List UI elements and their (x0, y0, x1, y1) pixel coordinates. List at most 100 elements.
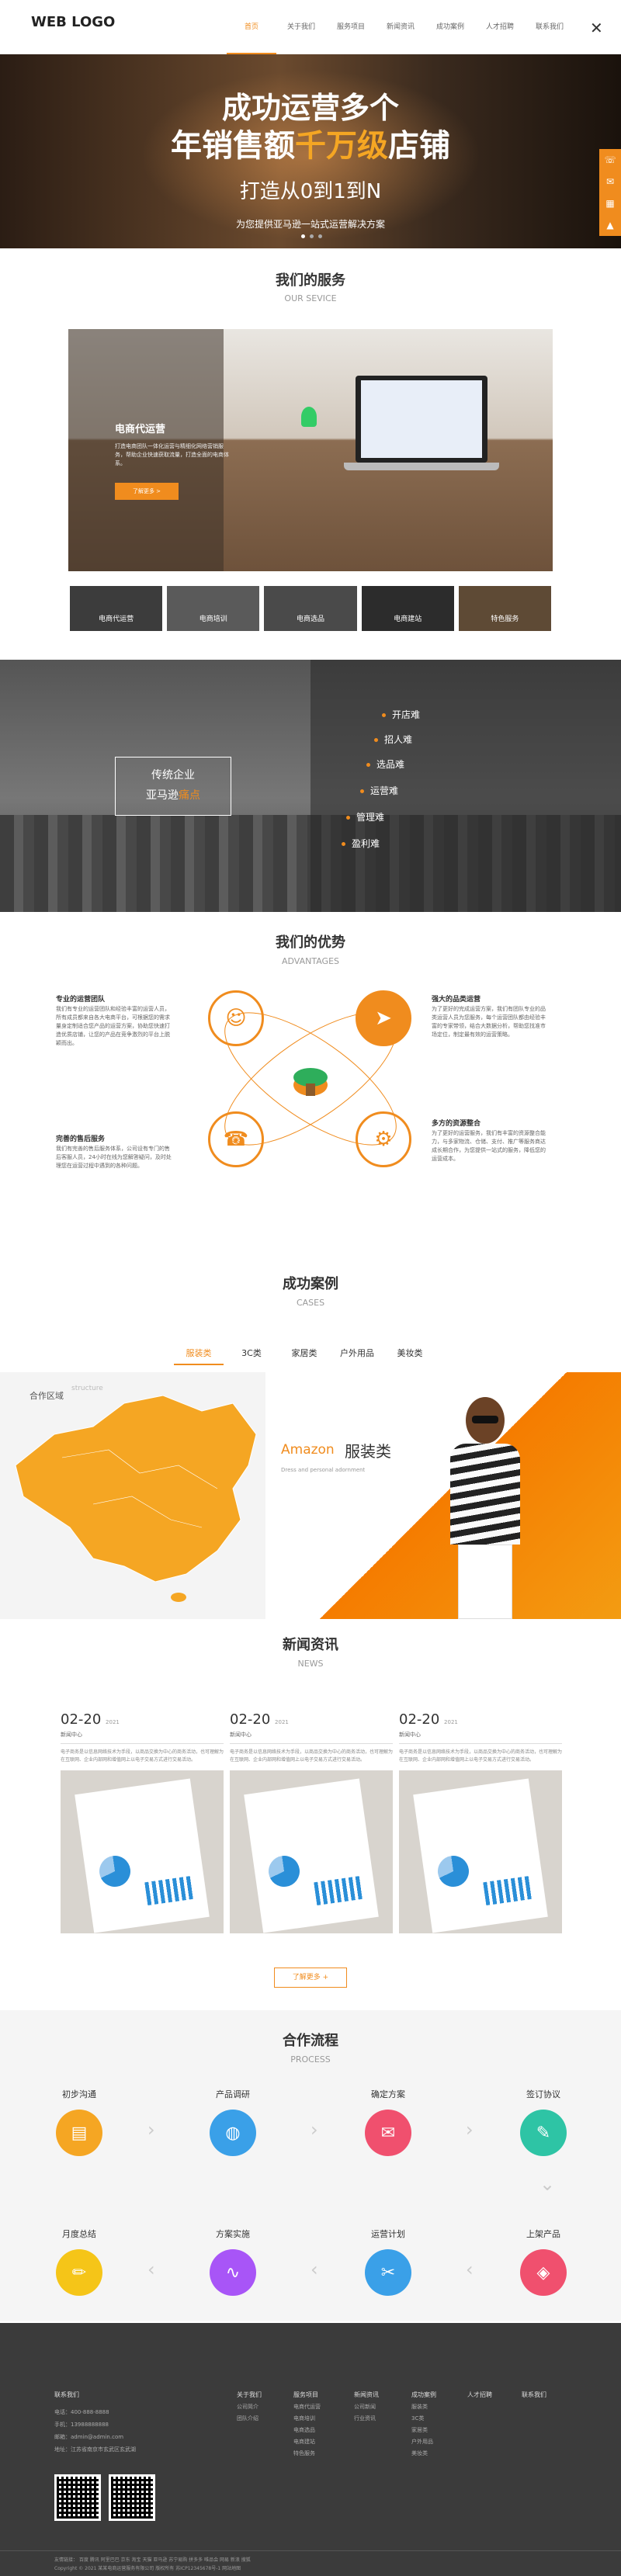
chat-icon[interactable]: ✉ (606, 176, 614, 187)
tab-outdoor[interactable]: 户外用品 (332, 1347, 382, 1365)
pain-item: 盈利难 (342, 837, 435, 850)
news-year: 2021 (275, 1719, 289, 1725)
cases-title: 成功案例 (283, 1276, 338, 1292)
process-step: 月度总结 ✏ (40, 2228, 118, 2296)
nav-jobs[interactable]: 人才招聘 (475, 0, 525, 54)
qr-code (54, 2474, 101, 2521)
footer-link[interactable]: 电商建站 (293, 2438, 321, 2446)
process-step-label: 产品调研 (216, 2089, 250, 2099)
service-more-button[interactable]: 了解更多 > (115, 483, 179, 500)
news-card[interactable]: 02-20 2021 新闻中心 电子商务是以信息网络技术为手段，以商品交换为中心… (61, 1711, 224, 1933)
carousel-dot[interactable] (310, 234, 314, 238)
footer-col-about: 关于我们 公司简介 团队介绍 (237, 2391, 262, 2422)
advantage-title: 完善的售后服务 (56, 1135, 106, 1143)
footer-link[interactable]: 电商代运营 (293, 2403, 321, 2411)
nav-home[interactable]: 首页 (227, 0, 276, 54)
advantage-text: 我们有完善的售后服务体系，公司设有专门的售后客服人员，24小时在线为您解答疑问，… (56, 1146, 172, 1169)
footer-address: 地址：江苏省南京市玄武区玄武湖 (54, 2446, 136, 2453)
advantage-title: 多方的资源整合 (432, 1120, 481, 1128)
arrow-right-icon: › (466, 2119, 474, 2141)
footer-link[interactable]: 家居类 (411, 2426, 436, 2434)
news-date: 02-20 (61, 1711, 102, 1728)
footer-contact-info: 电话：400-888-8888 手机：13988888888 邮箱：admin@… (54, 2406, 136, 2456)
service-card-title: 电商代运营 (115, 424, 166, 435)
footer-email: 邮箱：admin@admin.com (54, 2434, 124, 2440)
news-excerpt: 电子商务是以信息网络技术为手段，以商品交换为中心的商务活动，也可理解为在互联网、… (61, 1749, 224, 1763)
news-category: 新闻中心 (230, 1732, 252, 1738)
paper-plane-icon: ➤ (356, 990, 411, 1046)
process-step-label: 初步沟通 (62, 2089, 96, 2099)
advantage-title: 强大的品类运营 (432, 996, 481, 1004)
pain-points-overlay (310, 660, 621, 912)
service-thumb[interactable]: 电商代运营 (70, 586, 163, 631)
qrcode-icon[interactable]: ▦ (605, 198, 614, 209)
service-thumb[interactable]: 特色服务 (458, 586, 552, 631)
pain-item: 选品难 (366, 758, 460, 771)
pain-item: 管理难 (346, 810, 439, 823)
news-category: 新闻中心 (61, 1732, 82, 1738)
carousel-dots (301, 234, 322, 238)
footer-link[interactable]: 服装类 (411, 2403, 436, 2411)
process-step-label: 上架产品 (526, 2229, 560, 2239)
nav-news[interactable]: 新闻资讯 (376, 0, 425, 54)
news-card[interactable]: 02-20 2021 新闻中心 电子商务是以信息网络技术为手段，以商品交换为中心… (399, 1711, 562, 1933)
case-tabs: 服装类 3C类 家居类 户外用品 美妆类 (174, 1347, 435, 1365)
service-thumb[interactable]: 电商培训 (167, 586, 260, 631)
footer-link[interactable]: 户外用品 (411, 2438, 436, 2446)
nav-contact[interactable]: 联系我们 (525, 0, 574, 54)
arrow-right-icon: › (310, 2119, 318, 2141)
advantages-subtitle: ADVANTAGES (281, 956, 340, 966)
footer-link[interactable]: 行业资讯 (354, 2415, 379, 2422)
tab-beauty[interactable]: 美妆类 (385, 1347, 435, 1365)
footer-link[interactable]: 3C类 (411, 2415, 436, 2422)
process-step: 运营计划 ✂ (349, 2228, 427, 2296)
service-thumb[interactable]: 电商建站 (361, 586, 454, 631)
banner-slogan: 打造从0到1到N (239, 180, 382, 203)
footer-contact-title: 联系我们 (54, 2391, 79, 2398)
tab-3c[interactable]: 3C类 (227, 1347, 276, 1365)
back-to-top-icon[interactable]: ▲ (606, 220, 613, 231)
news-card[interactable]: 02-20 2021 新闻中心 电子商务是以信息网络技术为手段，以商品交换为中心… (230, 1711, 393, 1933)
footer-link[interactable]: 公司简介 (237, 2403, 262, 2411)
footer-link[interactable]: 特色服务 (293, 2449, 321, 2457)
process-step: 签订协议 ✎ (505, 2088, 582, 2156)
process-step: 确定方案 ✉ (349, 2088, 427, 2156)
pain-item: 招人难 (374, 733, 467, 746)
friend-links[interactable]: 友情链接： 百度 腾讯 阿里巴巴 京东 淘宝 天猫 亚马逊 苏宁易购 拼多多 唯… (54, 2556, 567, 2564)
pain-item: 运营难 (360, 784, 453, 797)
footer-col-news: 新闻资讯 公司新闻 行业资讯 (354, 2391, 379, 2422)
chat-bubble-icon: ▤ (56, 2110, 102, 2156)
arrow-left-icon: ‹ (310, 2259, 318, 2280)
nav-services[interactable]: 服务项目 (326, 0, 376, 54)
footer-phone: 电话：400-888-8888 (54, 2409, 109, 2415)
arrow-left-icon: ‹ (147, 2259, 155, 2280)
services-title: 我们的服务 (276, 272, 345, 289)
side-toolbar: ☏ ✉ ▦ ▲ (599, 149, 621, 236)
nav-about[interactable]: 关于我们 (276, 0, 326, 54)
pen-icon: ✏ (56, 2249, 102, 2296)
tab-apparel[interactable]: 服装类 (174, 1347, 224, 1365)
process-step: 上架产品 ◈ (505, 2228, 582, 2296)
close-icon[interactable]: ✕ (590, 19, 603, 37)
nav-cases[interactable]: 成功案例 (425, 0, 475, 54)
footer-link[interactable]: 电商选品 (293, 2426, 321, 2434)
carousel-dot[interactable] (318, 234, 322, 238)
footer-link[interactable]: 电商培训 (293, 2415, 321, 2422)
footer-link[interactable]: 公司新闻 (354, 2403, 379, 2411)
services-subtitle: OUR SEVICE (284, 293, 337, 303)
banner-headline-2: 年销售额千万级店铺 (171, 128, 450, 164)
news-subtitle: NEWS (297, 1659, 324, 1669)
service-thumb[interactable]: 电商选品 (264, 586, 357, 631)
case-map-panel (0, 1372, 265, 1619)
news-more-button[interactable]: 了解更多 + (274, 1968, 347, 1988)
phone-icon[interactable]: ☏ (604, 154, 616, 165)
news-title: 新闻资讯 (283, 1637, 338, 1653)
footer-link[interactable]: 团队介绍 (237, 2415, 262, 2422)
tab-home[interactable]: 家居类 (279, 1347, 329, 1365)
advantage-title: 专业的运营团队 (56, 996, 106, 1004)
carousel-dot[interactable] (301, 234, 305, 238)
site-logo[interactable]: WEB LOGO (31, 14, 115, 30)
site-header: WEB LOGO 首页 关于我们 服务项目 新闻资讯 成功案例 人才招聘 联系我… (0, 0, 621, 54)
footer-col-cases: 成功案例 服装类 3C类 家居类 户外用品 美妆类 (411, 2391, 436, 2457)
footer-link[interactable]: 美妆类 (411, 2449, 436, 2457)
